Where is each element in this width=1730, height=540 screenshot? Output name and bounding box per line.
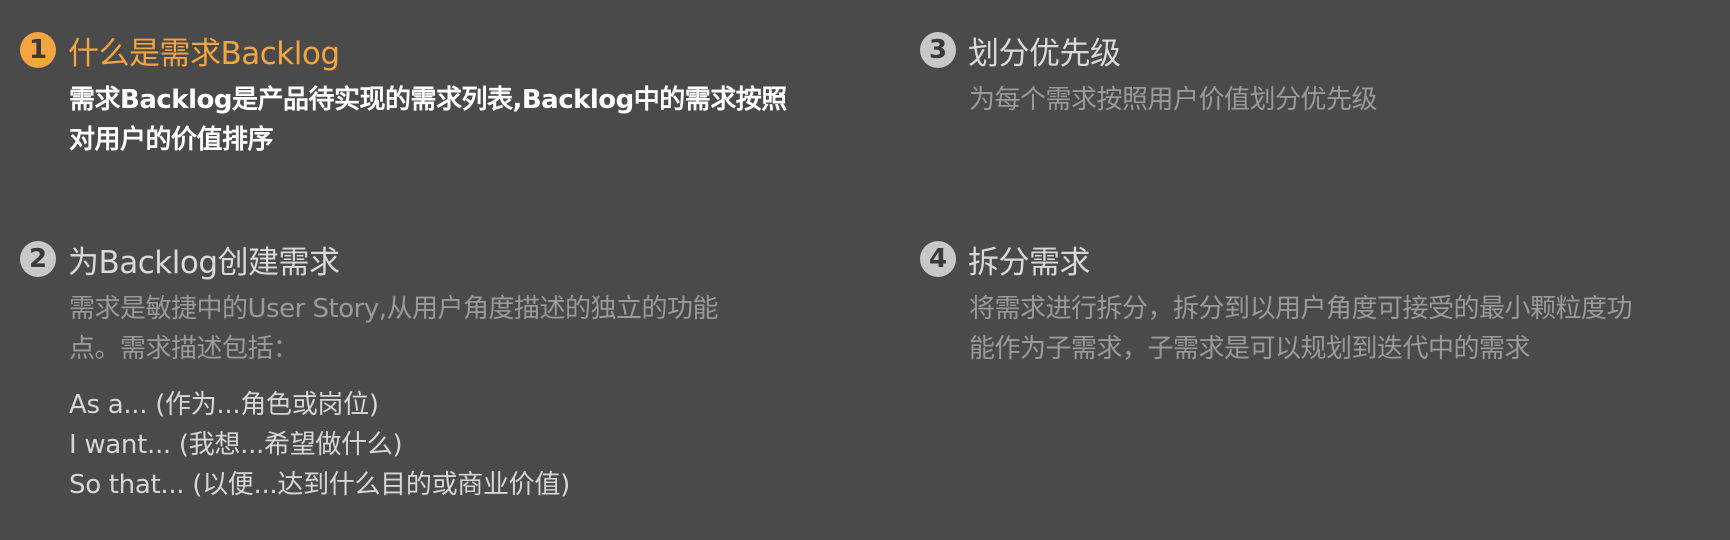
step-number-badge: 2 bbox=[20, 241, 56, 277]
section-1: 1 什么是需求Backlog 需求Backlog是产品待实现的需求列表,Back… bbox=[20, 28, 880, 160]
description-line: 点。需求描述包括： bbox=[69, 334, 299, 364]
section-title: 划分优先级 bbox=[968, 35, 1121, 72]
list-item: I want... (我想...希望做什么) bbox=[69, 430, 403, 460]
section-4-header: 4 拆分需求 bbox=[920, 237, 1720, 281]
section-description: 为每个需求按照用户价值划分优先级 bbox=[969, 80, 1720, 120]
section-description: 将需求进行拆分，拆分到以用户角度可接受的最小颗粒度功 能作为子需求，子需求是可以… bbox=[969, 289, 1720, 369]
section-title: 拆分需求 bbox=[968, 244, 1091, 281]
section-description: 需求Backlog是产品待实现的需求列表,Backlog中的需求按照 对用户的价… bbox=[69, 80, 880, 160]
section-3: 3 划分优先级 为每个需求按照用户价值划分优先级 bbox=[920, 28, 1720, 120]
step-number-badge: 4 bbox=[920, 241, 956, 277]
step-number-badge: 1 bbox=[20, 32, 56, 68]
list-item: So that... (以便...达到什么目的或商业价值) bbox=[69, 470, 570, 500]
section-3-header: 3 划分优先级 bbox=[920, 28, 1720, 72]
section-title: 为Backlog创建需求 bbox=[68, 244, 340, 281]
description-line: 能作为子需求，子需求是可以规划到迭代中的需求 bbox=[969, 334, 1531, 364]
section-1-header: 1 什么是需求Backlog bbox=[20, 28, 880, 72]
description-line: 对用户的价值排序 bbox=[69, 125, 274, 155]
step-number-badge: 3 bbox=[920, 32, 956, 68]
section-title: 什么是需求Backlog bbox=[68, 35, 340, 72]
description-line: 需求Backlog是产品待实现的需求列表,Backlog中的需求按照 bbox=[69, 85, 787, 115]
description-line: 需求是敏捷中的User Story,从用户角度描述的独立的功能 bbox=[69, 294, 718, 324]
section-2-header: 2 为Backlog创建需求 bbox=[20, 237, 880, 281]
section-4: 4 拆分需求 将需求进行拆分，拆分到以用户角度可接受的最小颗粒度功 能作为子需求… bbox=[920, 237, 1720, 369]
section-description: 需求是敏捷中的User Story,从用户角度描述的独立的功能 点。需求描述包括… bbox=[69, 289, 880, 369]
description-line: 将需求进行拆分，拆分到以用户角度可接受的最小颗粒度功 bbox=[969, 294, 1633, 324]
user-story-template: As a... (作为...角色或岗位) I want... (我想...希望做… bbox=[69, 385, 880, 505]
list-item: As a... (作为...角色或岗位) bbox=[69, 390, 379, 420]
description-line: 为每个需求按照用户价值划分优先级 bbox=[969, 85, 1378, 115]
section-2: 2 为Backlog创建需求 需求是敏捷中的User Story,从用户角度描述… bbox=[20, 237, 880, 505]
